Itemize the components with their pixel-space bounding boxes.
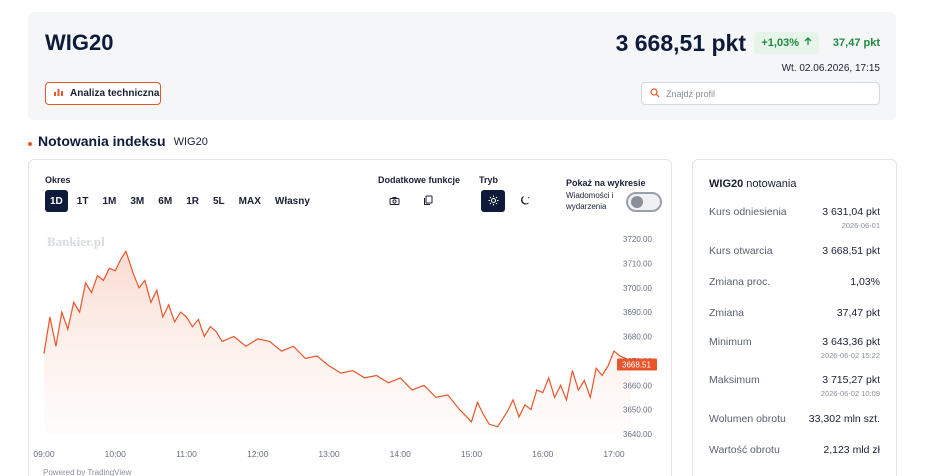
- period-button-5l[interactable]: 5L: [208, 190, 230, 212]
- stat-date: 2026-06-02 10:09: [820, 389, 880, 398]
- period-button-1t[interactable]: 1T: [72, 190, 94, 212]
- extra-functions: [382, 190, 440, 212]
- stat-value: 3 643,36 pkt: [822, 336, 880, 348]
- y-tick-label: 3710.00: [623, 259, 652, 268]
- period-button-1m[interactable]: 1M: [97, 190, 121, 212]
- technical-analysis-button[interactable]: Analiza techniczna: [45, 82, 161, 105]
- stat-label: Kurs odniesienia: [709, 206, 787, 218]
- stats-title-rest: notowania: [746, 178, 797, 190]
- index-title: WIG20: [45, 30, 114, 55]
- extra-functions-label: Dodatkowe funkcje: [378, 175, 461, 185]
- stat-label: Maksimum: [709, 374, 760, 386]
- stat-label: Wartość obrotu: [709, 444, 780, 456]
- quote-timestamp: Wt. 02.06.2026, 17:15: [781, 63, 880, 74]
- mode-selector: [481, 190, 537, 212]
- period-selector: 1D 1T 1M 3M 6M 1R 5L MAX Własny: [45, 190, 315, 212]
- mode-label: Tryb: [479, 175, 499, 185]
- stat-value: 3 668,51 pkt: [822, 245, 880, 257]
- dark-mode-button[interactable]: [513, 190, 537, 212]
- stats-title-index: WIG20: [709, 178, 744, 190]
- period-button-max[interactable]: MAX: [234, 190, 266, 212]
- y-tick-label: 3700.00: [623, 284, 652, 293]
- change-pct-badge: +1,03%: [754, 32, 819, 54]
- moon-icon: [520, 194, 531, 209]
- x-tick-label: 12:00: [247, 449, 269, 459]
- stat-value: 33,302 mln szt.: [808, 413, 880, 425]
- y-axis: 3720.003710.003700.003690.003680.003670.…: [617, 235, 657, 439]
- news-events-toggle[interactable]: [626, 192, 662, 212]
- x-tick-label: 17:00: [603, 449, 625, 459]
- x-axis: 09:00 10:00 11:00 12:00 13:00 14:00 15:00 16:00…: [33, 449, 625, 459]
- period-button-1d[interactable]: 1D: [45, 190, 68, 212]
- quote-header: WIG20 3 668,51 pkt +1,03% 37,47 pkt Wt. …: [28, 12, 896, 120]
- bar-chart-icon: [53, 87, 64, 100]
- chart-watermark: Bankier.pl: [47, 234, 105, 249]
- period-button-3m[interactable]: 3M: [125, 190, 149, 212]
- stat-label: Zmiana proc.: [709, 276, 771, 288]
- search-icon: [650, 85, 660, 103]
- current-price: 3 668,51 pkt: [615, 30, 746, 56]
- stat-date: 2026-06-01: [841, 221, 880, 230]
- stat-label: Kurs otwarcia: [709, 245, 773, 257]
- camera-icon: [389, 194, 400, 209]
- x-tick-label: 16:00: [532, 449, 554, 459]
- period-button-1r[interactable]: 1R: [181, 190, 204, 212]
- stat-label: Wolumen obrotu: [709, 413, 786, 425]
- news-events-label: Wiadomości i wydarzenia: [566, 191, 614, 211]
- x-tick-label: 10:00: [105, 449, 127, 459]
- y-tick-label: 3690.00: [623, 308, 652, 317]
- x-tick-label: 13:00: [318, 449, 340, 459]
- stat-label: Zmiana: [709, 307, 745, 319]
- x-tick-label: 09:00: [33, 449, 55, 459]
- stat-value: 3 715,27 pkt: [822, 374, 880, 386]
- change-pct-value: +1,03%: [761, 37, 799, 49]
- light-mode-button[interactable]: [481, 190, 505, 212]
- stat-value: 3 631,04 pkt: [822, 206, 880, 218]
- section-title-sub: WIG20: [173, 136, 208, 148]
- profile-search[interactable]: [641, 82, 880, 105]
- x-tick-label: 14:00: [390, 449, 412, 459]
- y-tick-label: 3660.00: [623, 381, 652, 390]
- y-tick-label: 3640.00: [623, 430, 652, 439]
- price-chart[interactable]: Bankier.pl 3720.00 3710.00 3700.00 3690.00 3…: [29, 230, 673, 466]
- x-tick-label: 15:00: [461, 449, 483, 459]
- stat-value: 1,03%: [850, 276, 880, 288]
- stat-value: 37,47 pkt: [836, 307, 880, 319]
- stat-value: 2,123 mld zł: [823, 444, 880, 456]
- y-tick-label: 3720.00: [623, 235, 652, 244]
- last-price-label: 3668.51: [622, 361, 651, 370]
- toggle-knob: [631, 196, 643, 208]
- copy-icon: [423, 194, 433, 209]
- price-area-fill: [44, 251, 632, 434]
- technical-analysis-label: Analiza techniczna: [70, 88, 160, 99]
- stats-header: WIG20 notowania: [709, 178, 796, 190]
- y-tick-label: 3650.00: [623, 406, 652, 415]
- section-title: Notowania indeksu WIG20: [28, 133, 208, 149]
- period-label: Okres: [45, 175, 71, 185]
- chart-panel: Okres 1D 1T 1M 3M 6M 1R 5L MAX Własny Dodatkowe …: [28, 159, 672, 476]
- powered-by: Powered by TradingView: [43, 468, 132, 476]
- chart-area-group: [43, 249, 634, 434]
- sun-icon: [488, 194, 499, 209]
- section-title-main: Notowania indeksu: [38, 133, 166, 149]
- section-bullet: [28, 142, 32, 146]
- stat-label: Minimum: [709, 336, 752, 348]
- change-abs-value: 37,47 pkt: [832, 37, 880, 49]
- period-button-własny[interactable]: Własny: [270, 190, 315, 212]
- stat-date: 2026-06-02 15:22: [820, 351, 880, 360]
- period-button-6m[interactable]: 6M: [153, 190, 177, 212]
- copy-button[interactable]: [416, 190, 440, 212]
- screenshot-button[interactable]: [382, 190, 406, 212]
- arrow-up-icon: [804, 37, 812, 49]
- stats-panel: WIG20 notowania Kurs odniesienia 3 631,04…: [692, 159, 897, 476]
- x-tick-label: 11:00: [176, 449, 197, 459]
- y-tick-label: 3680.00: [623, 333, 652, 342]
- show-on-chart-label: Pokaż na wykresie: [566, 178, 646, 188]
- profile-search-input[interactable]: [666, 88, 866, 99]
